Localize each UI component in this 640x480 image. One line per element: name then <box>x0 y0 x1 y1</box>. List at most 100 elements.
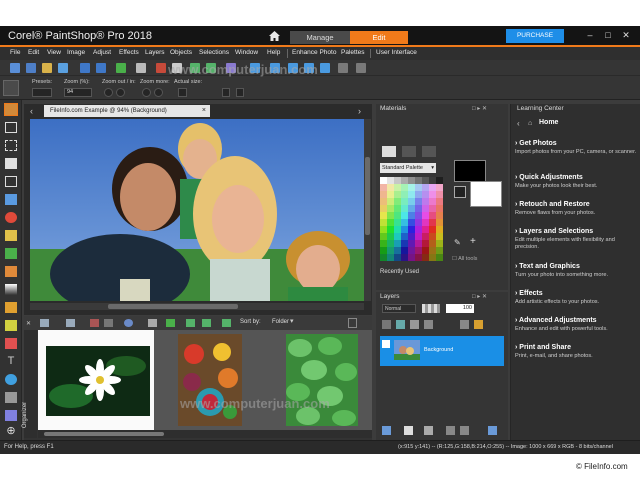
palette-select[interactable]: Standard Palette ▾ <box>380 163 436 173</box>
crop-tool-icon[interactable] <box>5 176 17 187</box>
menu-enhance-photo[interactable]: Enhance Photo <box>292 49 336 56</box>
color-swatch[interactable] <box>429 212 436 219</box>
color-swatch[interactable] <box>422 226 429 233</box>
color-swatch[interactable] <box>415 191 422 198</box>
tab-manage[interactable]: Manage <box>290 31 350 44</box>
home-icon[interactable] <box>269 31 280 41</box>
background-color-swatch[interactable] <box>470 181 502 207</box>
color-swatch[interactable] <box>401 212 408 219</box>
clone-tool-icon[interactable] <box>5 248 17 259</box>
swatches-tab-icon[interactable] <box>422 146 436 157</box>
link-icon[interactable] <box>460 320 469 329</box>
color-swatch[interactable] <box>394 212 401 219</box>
menu-effects[interactable]: Effects <box>119 49 139 56</box>
organizer-sidebar[interactable]: Organizer <box>22 330 37 438</box>
layers-menu-icon[interactable] <box>488 426 497 435</box>
color-swatch[interactable] <box>401 177 408 184</box>
pen-tool-icon[interactable] <box>5 392 17 403</box>
thumbnail-leaves[interactable] <box>286 334 358 426</box>
color-swatch[interactable] <box>380 247 387 254</box>
color-swatch[interactable] <box>415 219 422 226</box>
color-swatch[interactable] <box>380 184 387 191</box>
color-swatch[interactable] <box>394 254 401 261</box>
sort-by-dropdown[interactable]: Folder <box>272 319 289 325</box>
menu-file[interactable]: File <box>10 49 20 56</box>
lc-item-retouch-restore[interactable]: › Retouch and Restore Remove flaws from … <box>515 201 637 217</box>
menu-adjust[interactable]: Adjust <box>93 49 111 56</box>
color-swatch[interactable] <box>436 198 443 205</box>
close-icon[interactable]: ✕ <box>620 29 632 41</box>
merge-icon[interactable] <box>424 320 433 329</box>
color-swatch[interactable] <box>401 198 408 205</box>
menu-window[interactable]: Window <box>235 49 258 56</box>
color-swatch[interactable] <box>436 226 443 233</box>
color-swatch[interactable] <box>415 177 422 184</box>
chevron-down-icon[interactable]: ▾ <box>290 317 294 325</box>
picture-tube-tool-icon[interactable] <box>5 338 17 349</box>
actual-size-button[interactable] <box>178 88 187 97</box>
color-swatch[interactable] <box>394 184 401 191</box>
layer-style-icon[interactable] <box>424 426 433 435</box>
zoom-in-button[interactable] <box>116 88 125 97</box>
new-file-icon[interactable] <box>10 63 20 73</box>
zoom-input[interactable]: 94 <box>64 88 92 97</box>
zoom-more-out-button[interactable] <box>142 88 151 97</box>
color-swatch[interactable] <box>380 226 387 233</box>
color-swatch[interactable] <box>408 226 415 233</box>
color-swatch[interactable] <box>422 177 429 184</box>
horizontal-scrollbar[interactable] <box>30 303 364 310</box>
color-swatch[interactable] <box>387 254 394 261</box>
maximize-icon[interactable]: □ <box>602 29 614 41</box>
thumbnail-vegetables[interactable] <box>178 334 242 426</box>
color-swatch[interactable] <box>387 212 394 219</box>
lock-transparency-icon[interactable] <box>410 320 419 329</box>
color-swatch[interactable] <box>415 247 422 254</box>
color-swatch[interactable] <box>415 240 422 247</box>
color-swatch[interactable] <box>436 233 443 240</box>
materials-window-controls[interactable]: □ ▸ ✕ <box>472 105 487 112</box>
color-swatch[interactable] <box>422 219 429 226</box>
add-layer-icon[interactable] <box>382 426 391 435</box>
color-swatch[interactable] <box>380 191 387 198</box>
color-swatch[interactable] <box>408 254 415 261</box>
menu-objects[interactable]: Objects <box>170 49 192 56</box>
color-swatch[interactable] <box>408 198 415 205</box>
lc-item-quick-adjustments[interactable]: › Quick Adjustments Make your photos loo… <box>515 174 637 190</box>
color-swatch[interactable] <box>394 205 401 212</box>
zoom-out-icon[interactable] <box>320 63 330 73</box>
learning-home-label[interactable]: Home <box>539 119 558 126</box>
color-swatch[interactable] <box>380 198 387 205</box>
color-swatch[interactable] <box>380 254 387 261</box>
color-swatch[interactable] <box>429 205 436 212</box>
lc-item-print-share[interactable]: › Print and Share Print, e-mail, and sha… <box>515 344 637 360</box>
color-swatch[interactable] <box>436 191 443 198</box>
text-tool-icon[interactable]: T <box>5 356 17 367</box>
adjustment-layer-icon[interactable] <box>404 426 413 435</box>
menu-edit[interactable]: Edit <box>28 49 39 56</box>
color-swatch[interactable] <box>429 219 436 226</box>
warp-tool-icon[interactable] <box>5 410 17 421</box>
pan-tool-icon[interactable] <box>4 103 18 116</box>
color-swatch[interactable] <box>415 233 422 240</box>
fit-image-button[interactable] <box>236 88 244 97</box>
fit-window-button[interactable] <box>222 88 230 97</box>
canvas-photo[interactable] <box>30 119 364 301</box>
color-swatch[interactable] <box>436 184 443 191</box>
rotate-icon[interactable] <box>104 319 113 327</box>
color-swatch[interactable] <box>429 191 436 198</box>
presets-dropdown[interactable] <box>32 88 52 97</box>
color-swatch[interactable] <box>401 191 408 198</box>
document-tab-close-icon[interactable]: × <box>202 105 206 117</box>
thumbnail-view-icon[interactable] <box>40 319 49 327</box>
mask-icon[interactable] <box>396 320 405 329</box>
color-swatch[interactable] <box>429 233 436 240</box>
eyedropper-tool-icon[interactable] <box>5 158 17 169</box>
color-swatch[interactable] <box>387 177 394 184</box>
menu-view[interactable]: View <box>47 49 61 56</box>
menu-user-interface[interactable]: User Interface <box>376 49 417 56</box>
map-icon[interactable] <box>148 319 157 327</box>
people-tag-icon[interactable] <box>124 319 133 327</box>
color-swatch[interactable] <box>387 184 394 191</box>
lc-item-get-photos[interactable]: › Get Photos Import photos from your PC,… <box>515 140 637 156</box>
color-swatch[interactable] <box>422 254 429 261</box>
